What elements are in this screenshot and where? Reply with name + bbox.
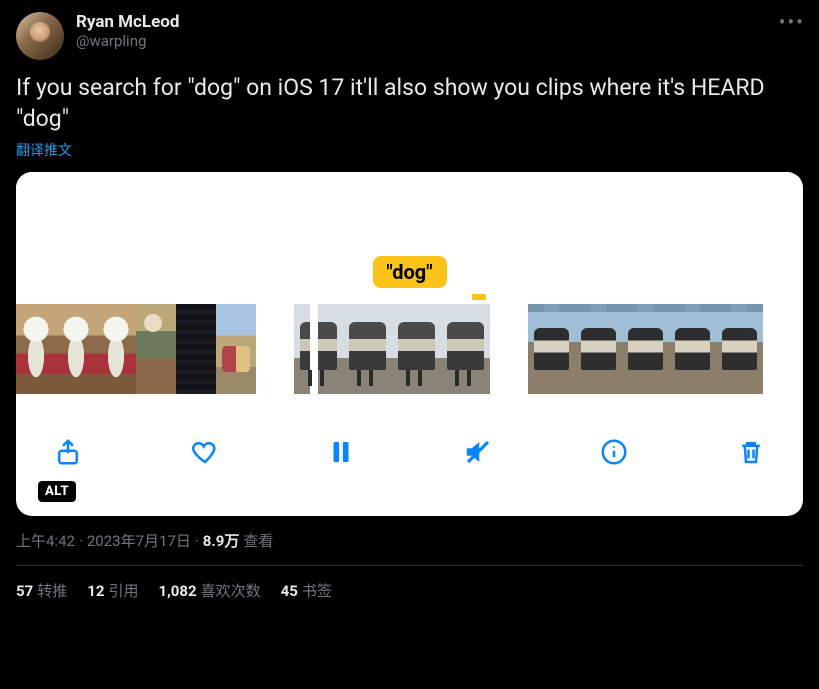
alt-badge[interactable]: ALT	[38, 481, 76, 502]
timeline-thumb[interactable]	[392, 304, 441, 394]
timeline-thumb[interactable]	[294, 304, 343, 394]
search-chip: "dog"	[372, 256, 446, 288]
tweet-text: If you search for "dog" on iOS 17 it'll …	[16, 72, 803, 134]
timeline-thumb[interactable]	[56, 304, 96, 394]
views-count: 8.9万	[203, 530, 240, 551]
clip-gap	[256, 304, 294, 394]
search-chip-marker	[472, 294, 486, 300]
tweet-container: ••• Ryan McLeod @warpling If you search …	[0, 0, 819, 613]
timeline-thumb[interactable]	[16, 304, 56, 394]
timeline-thumb[interactable]	[622, 304, 669, 394]
stat-number: 45	[281, 582, 298, 600]
stat-number: 57	[16, 582, 33, 600]
tweet-stats: 57转推 12引用 1,082 喜欢次数 45书签	[16, 566, 803, 601]
stat-retweets[interactable]: 57转推	[16, 580, 67, 601]
timeline-thumb[interactable]	[136, 304, 176, 394]
timeline-thumb[interactable]	[669, 304, 716, 394]
views-label: 查看	[243, 530, 273, 551]
stat-likes[interactable]: 1,082 喜欢次数	[158, 580, 260, 601]
timeline-thumb[interactable]	[176, 304, 216, 394]
stat-quotes[interactable]: 12引用	[87, 580, 138, 601]
clip-group-1	[16, 304, 256, 394]
info-icon[interactable]	[598, 436, 630, 468]
stat-label: 书签	[302, 582, 332, 600]
translate-link[interactable]: 翻译推文	[16, 140, 803, 160]
timeline-thumb[interactable]	[96, 304, 136, 394]
clip-gap	[490, 304, 528, 394]
mute-icon[interactable]	[462, 436, 494, 468]
timeline-thumb[interactable]	[575, 304, 622, 394]
stat-bookmarks[interactable]: 45书签	[281, 580, 332, 601]
timeline-thumb[interactable]	[343, 304, 392, 394]
tweet-time[interactable]: 上午4:42	[16, 530, 75, 551]
heart-icon[interactable]	[189, 436, 221, 468]
playhead[interactable]	[312, 304, 316, 394]
stat-number: 1,082	[158, 582, 196, 600]
stat-label: 喜欢次数	[201, 582, 261, 600]
timeline-thumb[interactable]	[716, 304, 763, 394]
clip-group-3	[528, 304, 763, 394]
pause-icon[interactable]	[325, 436, 357, 468]
meta-sep: ·	[195, 532, 199, 550]
tweet-header: Ryan McLeod @warpling	[16, 12, 803, 60]
media-toolbar	[16, 406, 803, 516]
more-icon[interactable]: •••	[779, 10, 805, 34]
user-names[interactable]: Ryan McLeod @warpling	[76, 12, 179, 50]
trash-icon[interactable]	[735, 436, 767, 468]
tweet-media[interactable]: "dog"	[16, 172, 803, 516]
timeline-thumb[interactable]	[216, 304, 256, 394]
stat-label: 引用	[108, 582, 138, 600]
meta-sep: ·	[79, 532, 83, 550]
user-handle: @warpling	[76, 32, 179, 50]
video-timeline[interactable]	[16, 304, 803, 394]
avatar[interactable]	[16, 12, 64, 60]
timeline-thumb[interactable]	[441, 304, 490, 394]
share-icon[interactable]	[52, 436, 84, 468]
timeline-thumb[interactable]	[528, 304, 575, 394]
tweet-date[interactable]: 2023年7月17日	[87, 530, 191, 551]
tweet-meta: 上午4:42 · 2023年7月17日 · 8.9万 查看	[16, 530, 803, 551]
clip-group-2	[294, 304, 490, 394]
display-name: Ryan McLeod	[76, 12, 179, 32]
stat-number: 12	[87, 582, 104, 600]
stat-label: 转推	[37, 582, 67, 600]
